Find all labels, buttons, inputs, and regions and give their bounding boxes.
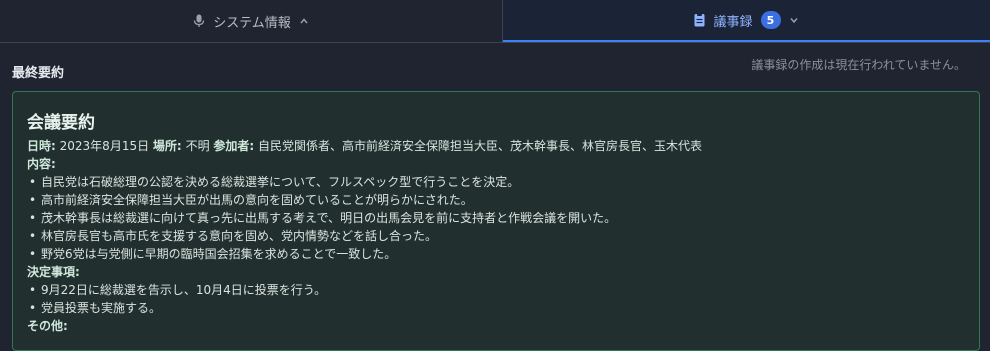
date-value: 2023年8月15日 <box>59 139 150 153</box>
content-heading: 内容: <box>27 157 56 171</box>
tab-minutes-label: 議事録 <box>713 14 753 30</box>
count-badge: 5 <box>760 11 781 29</box>
list-item: 林官房長官も高市氏を支援する意向を固め、党内情勢などを話し合った。 <box>29 227 965 245</box>
decisions-heading: 決定事項: <box>27 265 80 279</box>
attendees-value: 自民党関係者、高市前経済安全保障担当大臣、茂木幹事長、林官房長官、玉木代表 <box>258 139 703 153</box>
tab-bar: システム情報 議事録 5 <box>0 0 990 43</box>
tab-minutes[interactable]: 議事録 5 <box>503 0 990 42</box>
place-label: 場所: <box>152 139 182 153</box>
tab-system-label: システム情報 <box>213 15 291 31</box>
list-item: 9月22日に総裁選を告示し、10月4日に投票を行う。 <box>29 281 965 299</box>
section-title: 最終要約 <box>12 66 65 81</box>
list-item: 高市前経済安全保障担当大臣が出馬の意向を固めていることが明らかにされた。 <box>29 191 965 209</box>
place-value: 不明 <box>185 139 210 153</box>
other-heading: その他: <box>27 319 68 333</box>
list-item: 党員投票も実施する。 <box>29 299 965 317</box>
chevron-up-icon <box>299 17 309 25</box>
meeting-meta: 日時: 2023年8月15日 場所: 不明 参加者: 自民党関係者、高市前経済安… <box>27 137 965 155</box>
microphone-icon <box>193 14 205 28</box>
list-item: 自民党は石破総理の公認を決める総裁選挙について、フルスペック型で行うことを決定。 <box>29 173 965 191</box>
content-list: 自民党は石破総理の公認を決める総裁選挙について、フルスペック型で行うことを決定。… <box>27 173 965 263</box>
attendees-label: 参加者: <box>213 139 255 153</box>
decisions-list: 9月22日に総裁選を告示し、10月4日に投票を行う。 党員投票も実施する。 <box>27 281 965 317</box>
list-item: 茂木幹事長は総裁選に向けて真っ先に出馬する考えで、明日の出馬会見を前に支持者と作… <box>29 209 965 227</box>
summary-card: 会議要約 日時: 2023年8月15日 場所: 不明 参加者: 自民党関係者、高… <box>12 91 980 351</box>
document-icon <box>694 13 705 27</box>
tab-system-info[interactable]: システム情報 <box>0 0 503 42</box>
status-message: 議事録の作成は現在行われていません。 <box>751 58 966 72</box>
chevron-down-icon <box>789 16 799 24</box>
list-item: 野党6党は与党側に早期の臨時国会招集を求めることで一致した。 <box>29 245 965 263</box>
summary-title: 会議要約 <box>27 113 95 133</box>
date-label: 日時: <box>27 139 56 153</box>
